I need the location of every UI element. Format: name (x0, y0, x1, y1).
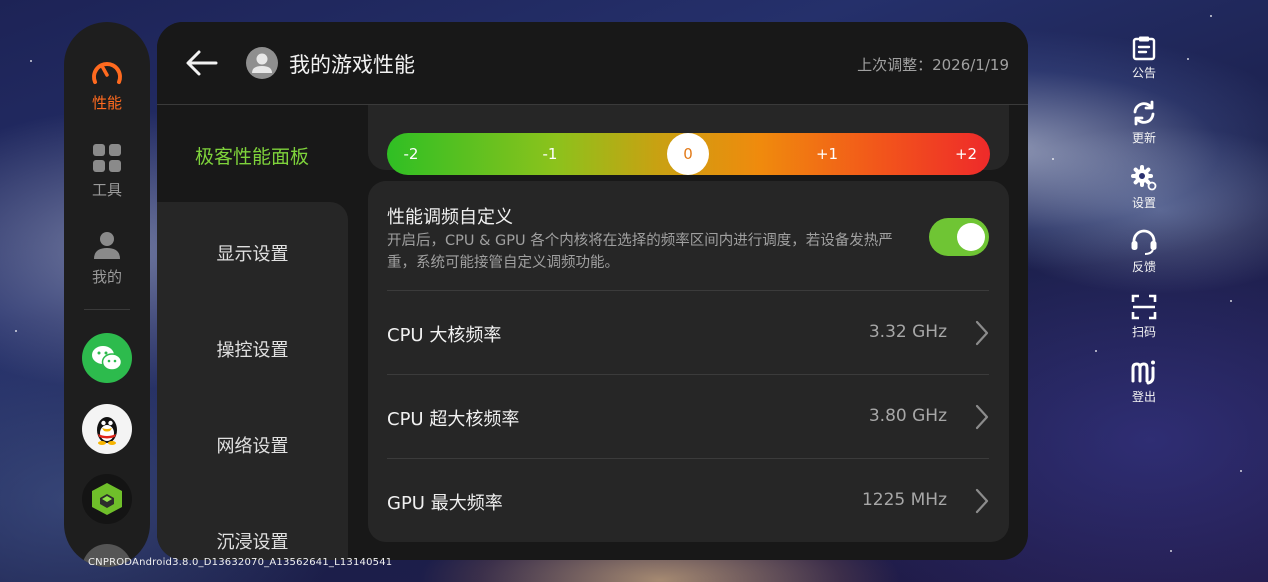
person-icon (94, 232, 120, 259)
rail-divider (84, 309, 130, 310)
slider-tick: 0 (683, 145, 693, 163)
speedometer-icon (92, 62, 122, 84)
rail-item-label: 工具 (91, 181, 122, 199)
row-value: 3.80 GHz (868, 406, 947, 426)
cpu-prime-core-row[interactable]: CPU 超大核频率 3.80 GHz (387, 374, 989, 458)
frequency-settings-card: 性能调频自定义 开启后，CPU & GPU 各个内核将在选择的频率区间内进行调度… (368, 181, 1009, 542)
toolbar-scan[interactable]: 扫码 (1120, 294, 1168, 340)
toolbar-notice[interactable]: 公告 (1120, 35, 1168, 81)
toolbar-settings[interactable]: 设置 (1120, 165, 1168, 211)
rail-item-performance[interactable]: 性能 (64, 56, 150, 113)
chevron-right-icon (975, 320, 989, 346)
row-label: GPU 最大频率 (387, 493, 503, 514)
toolbar-label: 更新 (1131, 131, 1156, 145)
row-value: 3.32 GHz (868, 322, 947, 342)
notice-icon (1132, 36, 1156, 61)
slider-tick: +2 (954, 145, 978, 163)
page-title: 我的游戏性能 (289, 53, 415, 77)
chevron-right-icon (975, 404, 989, 430)
toolbar-label: 设置 (1131, 196, 1156, 210)
toolbar-label: 扫码 (1131, 325, 1156, 339)
toolbar-label: 反馈 (1131, 260, 1156, 274)
scan-icon (1131, 294, 1157, 320)
toolbar-refresh[interactable]: 更新 (1120, 100, 1168, 146)
subnav-item-controls[interactable]: 操控设置 (157, 336, 348, 362)
slider-tick: -1 (542, 145, 558, 163)
last-adjust-date: 上次调整：2026/1/19 (857, 56, 1009, 74)
row-label: CPU 大核频率 (387, 325, 502, 346)
rail-item-mine[interactable]: 我的 (64, 230, 150, 287)
custom-freq-toggle[interactable] (929, 218, 989, 256)
game-app-icon[interactable] (82, 474, 132, 524)
rail-item-label: 性能 (91, 94, 122, 112)
cpu-big-core-row[interactable]: CPU 大核频率 3.32 GHz (387, 290, 989, 374)
settings-subnav: 显示设置 操控设置 网络设置 沉浸设置 (157, 202, 348, 560)
row-value: 1225 MHz (861, 490, 947, 510)
toolbar-label: 公告 (1131, 66, 1156, 80)
toggle-knob (957, 223, 985, 251)
toolbar-label: 登出 (1131, 390, 1156, 404)
grid-icon (93, 144, 121, 172)
subnav-item-display[interactable]: 显示设置 (157, 240, 348, 266)
build-info: CNPRODAndroid3.8.0_D13632070_A13562641_L… (88, 557, 393, 568)
avatar[interactable] (246, 47, 278, 79)
subnav-item-network[interactable]: 网络设置 (157, 432, 348, 458)
feedback-icon (1131, 229, 1157, 255)
panel-header: 我的游戏性能 上次调整：2026/1/19 (157, 22, 1028, 105)
left-rail: 性能 工具 我的 (64, 22, 150, 567)
back-arrow-icon[interactable] (185, 48, 219, 78)
slider-tick: -2 (403, 145, 419, 163)
logout-icon (1131, 360, 1155, 385)
subnav-item-immersive[interactable]: 沉浸设置 (157, 528, 348, 554)
custom-freq-title: 性能调频自定义 (387, 207, 513, 228)
row-label: CPU 超大核频率 (387, 409, 520, 430)
custom-freq-description: 开启后，CPU & GPU 各个内核将在选择的频率区间内进行调度，若设备发热严重… (387, 233, 893, 271)
slider-tick: +1 (815, 145, 839, 163)
toolbar-logout[interactable]: 登出 (1120, 359, 1168, 405)
performance-panel: 我的游戏性能 上次调整：2026/1/19 极客性能面板 显示设置 操控设置 网… (157, 22, 1028, 560)
settings-icon (1131, 165, 1157, 191)
refresh-icon (1133, 100, 1155, 126)
rail-item-tools[interactable]: 工具 (64, 143, 150, 200)
toolbar-feedback[interactable]: 反馈 (1120, 229, 1168, 275)
gpu-max-freq-row[interactable]: GPU 最大频率 1225 MHz (387, 458, 989, 542)
rail-item-label: 我的 (91, 268, 122, 286)
performance-level-slider[interactable]: -2 -1 0 +1 +2 (387, 133, 990, 175)
wechat-icon[interactable] (82, 333, 132, 383)
subnav-item-geek-panel[interactable]: 极客性能面板 (195, 142, 309, 169)
qq-icon[interactable] (82, 404, 132, 454)
chevron-right-icon (975, 488, 989, 514)
